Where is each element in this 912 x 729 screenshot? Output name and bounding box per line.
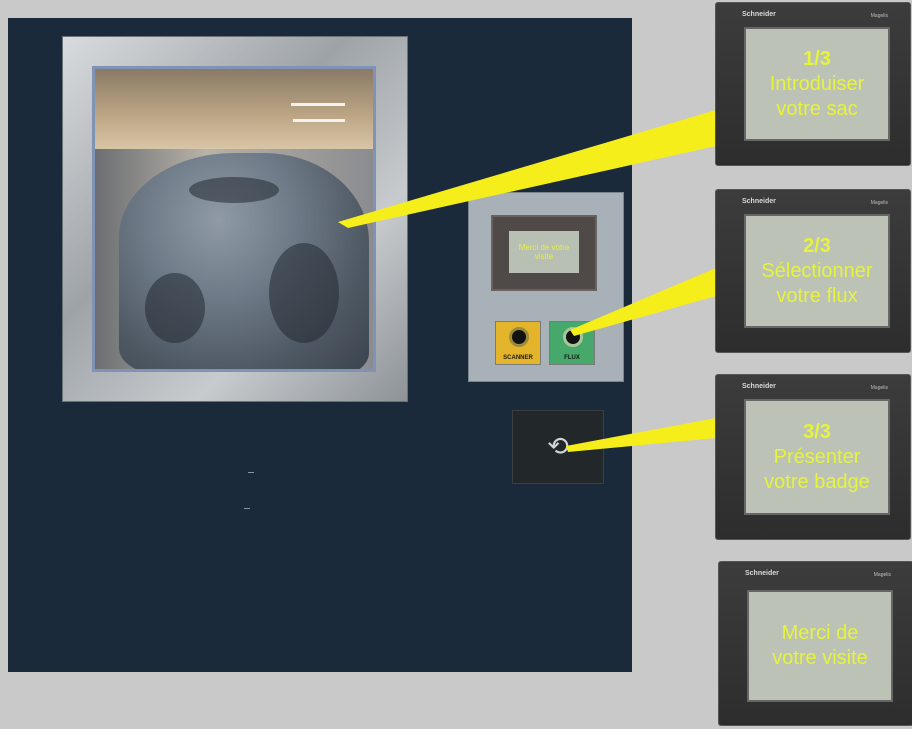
hmi-brand: Schneider bbox=[742, 11, 776, 18]
bag-fold bbox=[145, 273, 205, 343]
hatch-ceiling bbox=[95, 69, 373, 149]
badge-icon: ⟲ bbox=[547, 431, 569, 461]
instruction-line-2: votre badge bbox=[764, 470, 870, 493]
ceiling-light bbox=[291, 103, 345, 106]
step-indicator: 2/3 bbox=[803, 234, 831, 257]
thanks-line-2: votre visite bbox=[772, 647, 868, 669]
bag-hatch-opening[interactable] bbox=[92, 66, 376, 372]
hmi-brand: Schneider bbox=[742, 198, 776, 205]
bag-fold bbox=[269, 243, 339, 343]
hmi-display[interactable]: Merci de votre visite bbox=[747, 590, 893, 702]
step-indicator: 1/3 bbox=[803, 47, 831, 70]
bag-hatch-frame bbox=[62, 36, 408, 402]
hmi-model: Magelis bbox=[870, 13, 888, 19]
flux-button[interactable]: FLUX bbox=[549, 321, 595, 365]
hmi-screen-step-1: Schneider Magelis 1/3 Introduiser votre … bbox=[715, 2, 911, 166]
hmi-display[interactable]: 1/3 Introduiser votre sac bbox=[744, 27, 890, 141]
instruction-line-1: Sélectionner bbox=[761, 259, 873, 282]
scanner-button[interactable]: SCANNER bbox=[495, 321, 541, 365]
badge-reader[interactable]: ⟲ bbox=[512, 410, 604, 484]
hmi-display[interactable]: 2/3 Sélectionner votre flux bbox=[744, 214, 890, 328]
trash-bag bbox=[119, 153, 369, 369]
hmi-model: Magelis bbox=[873, 572, 891, 578]
hmi-screen-step-2: Schneider Magelis 2/3 Sélectionner votre… bbox=[715, 189, 911, 353]
instruction-line-1: Introduiser bbox=[769, 72, 865, 95]
step-indicator: 3/3 bbox=[803, 420, 831, 443]
button-ring-icon bbox=[509, 327, 529, 347]
panel-mark bbox=[248, 472, 254, 473]
instruction-line-2: votre flux bbox=[776, 284, 858, 307]
hmi-brand: Schneider bbox=[745, 570, 779, 577]
hmi-screen-step-3: Schneider Magelis 3/3 Présenter votre ba… bbox=[715, 374, 911, 540]
flux-button-label: FLUX bbox=[564, 355, 580, 361]
scanner-button-label: SCANNER bbox=[503, 355, 533, 361]
panel-mark bbox=[244, 508, 250, 509]
control-box-screen-bezel: Merci de votre visite bbox=[491, 215, 597, 291]
hmi-model: Magelis bbox=[870, 385, 888, 391]
button-ring-icon bbox=[563, 327, 583, 347]
instruction-line-2: votre sac bbox=[776, 97, 858, 120]
control-box: Merci de votre visite SCANNER FLUX bbox=[468, 192, 624, 382]
control-box-screen[interactable]: Merci de votre visite bbox=[509, 231, 579, 273]
instruction-line-1: Présenter bbox=[773, 445, 861, 468]
thanks-line-1: Merci de bbox=[781, 622, 859, 644]
hmi-model: Magelis bbox=[870, 200, 888, 206]
hmi-display[interactable]: 3/3 Présenter votre badge bbox=[744, 399, 890, 515]
hmi-screen-thanks: Schneider Magelis Merci de votre visite bbox=[718, 561, 912, 726]
hmi-brand: Schneider bbox=[742, 383, 776, 390]
ceiling-light bbox=[293, 119, 345, 122]
bag-fold bbox=[189, 177, 279, 203]
